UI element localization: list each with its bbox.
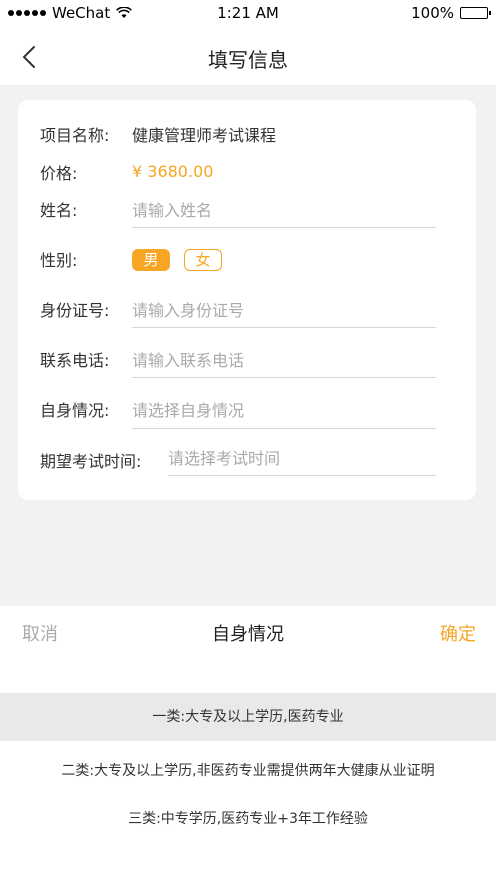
project-label: 项目名称: xyxy=(40,126,110,145)
picker-option[interactable]: 一类:大专及以上学历,医药专业 xyxy=(0,693,496,741)
form-card: 项目名称: 健康管理师考试课程 价格: ¥ 3680.00 姓名: 请输入姓名 … xyxy=(18,100,476,500)
gender-label: 性别: xyxy=(40,251,78,270)
price-label: 价格: xyxy=(40,164,78,183)
picker-option[interactable]: 三类:中专学历,医药专业+3年工作经验 xyxy=(0,804,496,834)
id-label: 身份证号: xyxy=(40,301,110,320)
name-label: 姓名: xyxy=(40,201,78,220)
nav-bar: 填写信息 xyxy=(0,28,496,86)
id-input[interactable]: 请输入身份证号 xyxy=(132,297,244,321)
exam-time-select[interactable]: 请选择考试时间 xyxy=(168,445,280,469)
battery-icon xyxy=(460,7,491,19)
status-row: 自身情况: xyxy=(40,397,109,421)
id-underline xyxy=(132,327,436,328)
exam-time-row: 期望考试时间: xyxy=(40,448,141,472)
price-value: ¥ 3680.00 xyxy=(132,162,214,181)
gender-female-button[interactable]: 女 xyxy=(184,249,222,271)
project-row: 项目名称: xyxy=(40,122,109,146)
name-row: 姓名: xyxy=(40,197,77,221)
name-input[interactable]: 请输入姓名 xyxy=(132,197,212,221)
phone-underline xyxy=(132,377,436,378)
gender-male-button[interactable]: 男 xyxy=(132,249,170,271)
project-value: 健康管理师考试课程 xyxy=(132,126,277,145)
phone-input[interactable]: 请输入联系电话 xyxy=(132,347,244,371)
status-underline xyxy=(132,428,436,429)
picker-option[interactable]: 二类:大专及以上学历,非医药专业需提供两年大健康从业证明 xyxy=(0,756,496,786)
status-right: 100% xyxy=(411,4,491,22)
picker-title: 自身情况 xyxy=(212,624,284,645)
phone-row: 联系电话: xyxy=(40,347,109,371)
picker-confirm-button[interactable]: 确定 xyxy=(440,620,476,646)
price-row: 价格: xyxy=(40,160,77,184)
exam-time-label: 期望考试时间: xyxy=(40,452,142,471)
status-label: 自身情况: xyxy=(40,401,110,420)
name-underline xyxy=(132,227,436,228)
picker-body: 一类:大专及以上学历,医药专业 二类:大专及以上学历,非医药专业需提供两年大健康… xyxy=(0,656,496,891)
page-title: 填写信息 xyxy=(208,48,288,72)
status-bar: WeChat 1:21 AM 100% xyxy=(0,0,496,28)
exam-time-underline xyxy=(168,475,436,476)
gender-row: 性别: xyxy=(40,247,77,271)
id-row: 身份证号: xyxy=(40,297,109,321)
phone-label: 联系电话: xyxy=(40,351,110,370)
battery-label: 100% xyxy=(411,4,454,22)
status-select[interactable]: 请选择自身情况 xyxy=(132,397,244,421)
picker-header: 取消 自身情况 确定 xyxy=(0,606,496,656)
